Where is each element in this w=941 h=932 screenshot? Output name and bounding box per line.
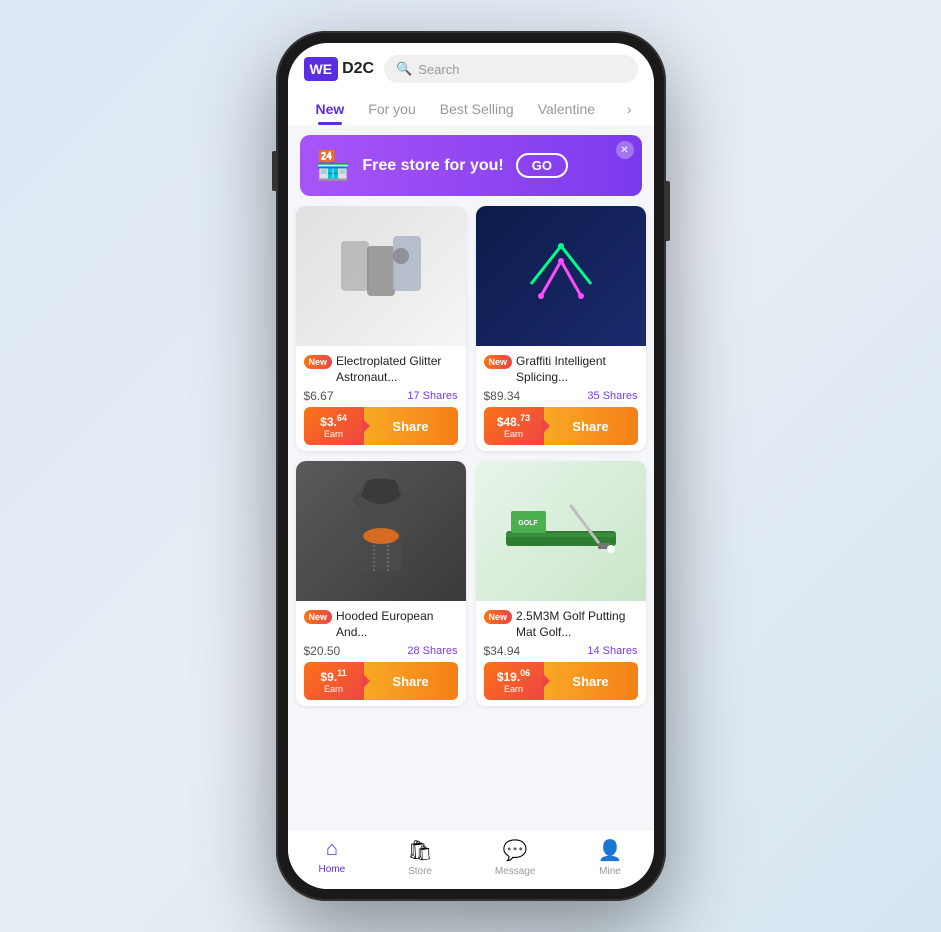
- phone-frame: WE D2C 🔍 Search New For you Best Selling: [276, 31, 666, 901]
- product-card-4[interactable]: GOLF New 2.5M3M Golf Putting Mat Golf...: [476, 461, 646, 706]
- product-action-3: $9.11 Earn Share: [304, 662, 458, 700]
- product-price-4: $34.94: [484, 644, 521, 658]
- product-action-4: $19.06 Earn Share: [484, 662, 638, 700]
- promo-banner: ✕ 🏪 Free store for you! GO: [300, 135, 642, 196]
- product-info-4: New 2.5M3M Golf Putting Mat Golf... $34.…: [476, 601, 646, 706]
- earn-notch-1: [362, 418, 370, 434]
- product-title-row-2: New Graffiti Intelligent Splicing...: [484, 354, 638, 385]
- earn-label-2: Earn: [504, 429, 523, 439]
- earn-price-2: $48.73: [497, 413, 530, 429]
- product-info-2: New Graffiti Intelligent Splicing... $89…: [476, 346, 646, 451]
- tabs-more-arrow[interactable]: ›: [621, 93, 638, 125]
- product-shares-1: 17 Shares: [407, 390, 457, 402]
- earn-price-3: $9.11: [320, 668, 346, 684]
- product-price-1: $6.67: [304, 389, 334, 403]
- product-image-2: [476, 206, 646, 346]
- product-pricing-1: $6.67 17 Shares: [304, 389, 458, 403]
- product-pricing-4: $34.94 14 Shares: [484, 644, 638, 658]
- banner-close-button[interactable]: ✕: [616, 141, 634, 159]
- products-scroll: New Electroplated Glitter Astronaut... $…: [288, 206, 654, 829]
- tabs-row: New For you Best Selling Valentine ›: [304, 93, 638, 125]
- svg-text:GOLF: GOLF: [518, 520, 538, 527]
- search-bar[interactable]: 🔍 Search: [384, 55, 637, 83]
- share-button-4[interactable]: Share: [544, 662, 638, 700]
- search-input[interactable]: Search: [418, 62, 459, 77]
- product-title-4: 2.5M3M Golf Putting Mat Golf...: [516, 609, 637, 640]
- bottom-nav: ⌂ Home 🛍 Store 💬 Message 👤 Mine: [288, 829, 654, 889]
- header: WE D2C 🔍 Search New For you Best Selling: [288, 43, 654, 125]
- header-top: WE D2C 🔍 Search: [304, 55, 638, 83]
- nav-message[interactable]: 💬 Message: [495, 838, 536, 877]
- tab-for-you[interactable]: For you: [356, 93, 427, 125]
- earn-label-1: Earn: [324, 429, 343, 439]
- share-button-2[interactable]: Share: [544, 407, 638, 445]
- banner-go-button[interactable]: GO: [516, 153, 568, 178]
- store-icon: 🛍: [407, 838, 432, 863]
- earn-price-1: $3.64: [320, 413, 347, 429]
- earn-notch-2: [542, 418, 550, 434]
- product-image-1: [296, 206, 466, 346]
- earn-notch-3: [362, 673, 370, 689]
- share-button-3[interactable]: Share: [364, 662, 458, 700]
- product-title-row-4: New 2.5M3M Golf Putting Mat Golf...: [484, 609, 638, 640]
- product-shares-2: 35 Shares: [587, 390, 637, 402]
- phone-screen: WE D2C 🔍 Search New For you Best Selling: [288, 43, 654, 889]
- product-info-3: New Hooded European And... $20.50 28 Sha…: [296, 601, 466, 706]
- product-info-1: New Electroplated Glitter Astronaut... $…: [296, 346, 466, 451]
- banner-text: Free store for you!: [362, 157, 503, 175]
- home-icon: ⌂: [326, 838, 338, 861]
- search-icon: 🔍: [396, 61, 412, 77]
- product-pricing-2: $89.34 35 Shares: [484, 389, 638, 403]
- mine-icon: 👤: [598, 838, 623, 863]
- new-badge-4: New: [484, 610, 513, 624]
- product-title-3: Hooded European And...: [336, 609, 457, 640]
- product-card-3[interactable]: New Hooded European And... $20.50 28 Sha…: [296, 461, 466, 706]
- nav-store-label: Store: [408, 866, 432, 877]
- product-title-row-3: New Hooded European And...: [304, 609, 458, 640]
- product-action-1: $3.64 Earn Share: [304, 407, 458, 445]
- nav-store[interactable]: 🛍 Store: [407, 838, 432, 877]
- product-price-3: $20.50: [304, 644, 341, 658]
- earn-label-4: Earn: [504, 684, 523, 694]
- earn-button-2[interactable]: $48.73 Earn: [484, 407, 544, 445]
- product-pricing-3: $20.50 28 Shares: [304, 644, 458, 658]
- product-shares-3: 28 Shares: [407, 645, 457, 657]
- earn-price-4: $19.06: [497, 668, 530, 684]
- product-card-1[interactable]: New Electroplated Glitter Astronaut... $…: [296, 206, 466, 451]
- app-logo: WE D2C: [304, 57, 375, 81]
- message-icon: 💬: [503, 838, 528, 863]
- nav-mine[interactable]: 👤 Mine: [598, 838, 623, 877]
- logo-we: WE: [304, 57, 339, 81]
- product-image-3: [296, 461, 466, 601]
- earn-button-1[interactable]: $3.64 Earn: [304, 407, 364, 445]
- nav-home-label: Home: [319, 864, 346, 875]
- earn-button-4[interactable]: $19.06 Earn: [484, 662, 544, 700]
- tab-new[interactable]: New: [304, 93, 357, 125]
- nav-message-label: Message: [495, 866, 536, 877]
- product-image-4: GOLF: [476, 461, 646, 601]
- share-button-1[interactable]: Share: [364, 407, 458, 445]
- earn-label-3: Earn: [324, 684, 343, 694]
- product-card-2[interactable]: New Graffiti Intelligent Splicing... $89…: [476, 206, 646, 451]
- banner-store-icon: 🏪: [316, 149, 351, 182]
- product-action-2: $48.73 Earn Share: [484, 407, 638, 445]
- logo-d2c: D2C: [342, 60, 374, 78]
- tab-valentine[interactable]: Valentine: [526, 93, 607, 125]
- new-badge-1: New: [304, 355, 333, 369]
- products-grid: New Electroplated Glitter Astronaut... $…: [296, 206, 646, 706]
- nav-home[interactable]: ⌂ Home: [319, 838, 346, 877]
- product-title-2: Graffiti Intelligent Splicing...: [516, 354, 637, 385]
- earn-button-3[interactable]: $9.11 Earn: [304, 662, 364, 700]
- earn-notch-4: [542, 673, 550, 689]
- new-badge-3: New: [304, 610, 333, 624]
- new-badge-2: New: [484, 355, 513, 369]
- product-title-row-1: New Electroplated Glitter Astronaut...: [304, 354, 458, 385]
- nav-mine-label: Mine: [599, 866, 621, 877]
- product-shares-4: 14 Shares: [587, 645, 637, 657]
- product-price-2: $89.34: [484, 389, 521, 403]
- tab-best-selling[interactable]: Best Selling: [428, 93, 526, 125]
- product-title-1: Electroplated Glitter Astronaut...: [336, 354, 457, 385]
